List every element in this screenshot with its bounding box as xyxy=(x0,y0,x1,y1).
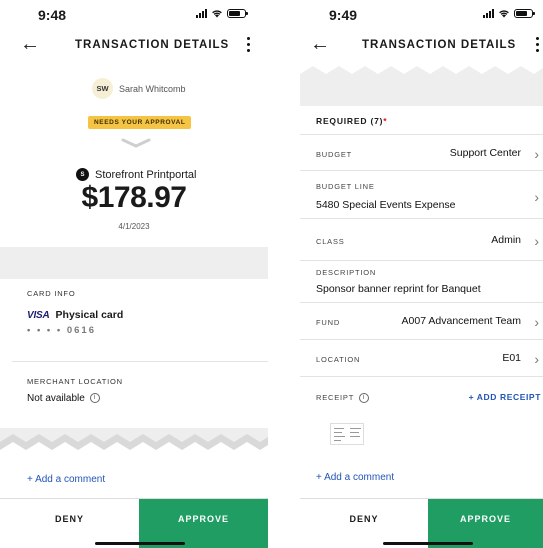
card-number: • • • • 0616 xyxy=(27,325,96,336)
zigzag-separator xyxy=(300,60,543,106)
info-icon[interactable]: i xyxy=(358,393,369,404)
card-info-label: CARD INFO xyxy=(27,289,76,298)
field-value: Sponsor banner reprint for Banquet xyxy=(316,283,481,295)
field-label: BUDGET xyxy=(316,150,353,159)
required-star: * xyxy=(383,116,388,126)
field-value: A007 Advancement Team xyxy=(401,315,521,327)
merchant-row: S Storefront Printportal xyxy=(76,168,197,181)
page-title: TRANSACTION DETAILS xyxy=(75,39,230,51)
receipt-label-text: RECEIPT xyxy=(316,393,354,402)
wifi-icon xyxy=(212,10,222,18)
field-row-location[interactable]: LOCATION E01 › xyxy=(300,341,543,377)
field-label: DESCRIPTION xyxy=(316,268,377,277)
chevron-down-icon[interactable] xyxy=(121,137,151,149)
visa-logo: VISA xyxy=(27,309,50,321)
receipt-thumbnail[interactable] xyxy=(330,423,364,445)
merchant-location-label: MERCHANT LOCATION xyxy=(27,377,123,386)
field-value: 5480 Special Events Expense xyxy=(316,199,456,211)
zigzag-separator xyxy=(0,428,268,460)
deny-button[interactable]: DENY xyxy=(300,499,428,548)
status-icons xyxy=(483,9,535,18)
status-bar: 9:49 xyxy=(300,0,543,26)
status-badge: NEEDS YOUR APPROVAL xyxy=(88,116,192,129)
chevron-right-icon: › xyxy=(534,314,539,330)
battery-icon xyxy=(227,9,248,18)
merchant-location-value: Not available i xyxy=(27,393,100,404)
section-gap xyxy=(0,247,268,279)
merchant-location-text: Not available xyxy=(27,393,85,404)
receipt-label: RECEIPT i xyxy=(316,393,369,404)
card-type: Physical card xyxy=(55,309,124,321)
chevron-right-icon: › xyxy=(534,351,539,367)
field-label: FUND xyxy=(316,318,341,327)
merchant-logo: S xyxy=(76,168,89,181)
action-bar: DENY APPROVE xyxy=(0,498,268,548)
cellular-signal-icon xyxy=(196,9,207,18)
nav-bar: ← TRANSACTION DETAILS xyxy=(300,30,543,60)
status-time: 9:49 xyxy=(329,7,358,23)
chevron-right-icon: › xyxy=(534,233,539,249)
wifi-icon xyxy=(499,10,509,18)
field-row-class[interactable]: CLASS Admin › xyxy=(300,220,543,261)
more-options-icon[interactable] xyxy=(536,37,540,52)
sender-info: SW Sarah Whitcomb xyxy=(92,78,186,99)
battery-icon xyxy=(514,9,535,18)
deny-button[interactable]: DENY xyxy=(0,499,139,548)
more-options-icon[interactable] xyxy=(247,37,251,52)
field-label: CLASS xyxy=(316,237,345,246)
transaction-details-screen-left: 9:48 ← TRANSACTION DETAILS SW Sarah Whit… xyxy=(0,0,268,548)
approve-button[interactable]: APPROVE xyxy=(139,499,268,548)
field-row-budget[interactable]: BUDGET Support Center › xyxy=(300,135,543,171)
field-label: LOCATION xyxy=(316,355,361,364)
field-label: BUDGET LINE xyxy=(316,182,375,191)
status-bar: 9:48 xyxy=(0,0,268,26)
transaction-details-screen-right: 9:49 ← TRANSACTION DETAILS REQUIRED (7)*… xyxy=(300,0,543,548)
add-receipt-button[interactable]: + ADD RECEIPT xyxy=(469,392,541,402)
required-section-header: REQUIRED (7)* xyxy=(316,116,387,126)
page-title: TRANSACTION DETAILS xyxy=(362,39,517,51)
cellular-signal-icon xyxy=(483,9,494,18)
nav-bar: ← TRANSACTION DETAILS xyxy=(0,30,268,60)
back-arrow-icon[interactable]: ← xyxy=(310,33,330,55)
field-value: Admin xyxy=(491,234,521,246)
home-indicator xyxy=(95,542,185,545)
card-row: VISA Physical card xyxy=(27,309,123,321)
info-icon[interactable]: i xyxy=(89,393,100,404)
chevron-right-icon: › xyxy=(534,146,539,162)
required-label: REQUIRED xyxy=(316,116,368,126)
approve-button[interactable]: APPROVE xyxy=(428,499,543,548)
field-value: Support Center xyxy=(449,147,521,159)
field-value: E01 xyxy=(502,352,521,364)
merchant-name: Storefront Printportal xyxy=(95,168,197,181)
transaction-amount: $178.97 xyxy=(81,181,187,214)
transaction-date: 4/1/2023 xyxy=(118,222,150,231)
home-indicator xyxy=(383,542,473,545)
required-count: (7) xyxy=(370,116,384,126)
chevron-right-icon: › xyxy=(534,189,539,205)
field-row-description[interactable]: DESCRIPTION Sponsor banner reprint for B… xyxy=(300,262,543,303)
action-bar: DENY APPROVE xyxy=(300,498,543,548)
field-row-fund[interactable]: FUND A007 Advancement Team › xyxy=(300,304,543,340)
avatar: SW xyxy=(92,78,113,99)
status-time: 9:48 xyxy=(38,7,67,23)
sender-name: Sarah Whitcomb xyxy=(119,83,186,94)
back-arrow-icon[interactable]: ← xyxy=(20,33,40,55)
add-comment-link[interactable]: + Add a comment xyxy=(27,474,105,485)
divider xyxy=(12,361,268,362)
status-icons xyxy=(196,9,248,18)
field-row-budget-line[interactable]: BUDGET LINE 5480 Special Events Expense … xyxy=(300,172,543,219)
add-comment-link[interactable]: + Add a comment xyxy=(316,472,394,483)
